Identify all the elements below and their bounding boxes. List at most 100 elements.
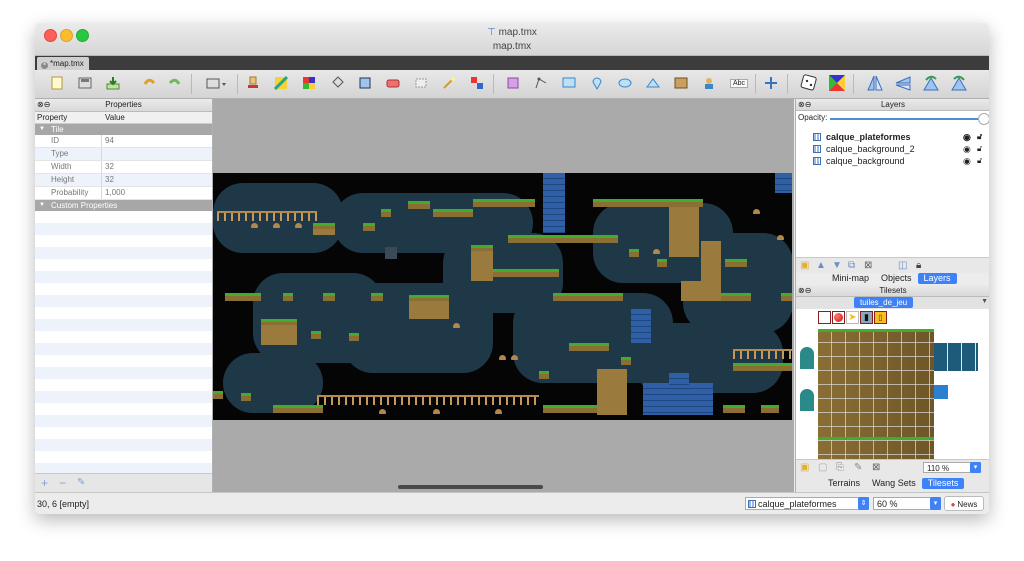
properties-panel-title: Properties — [105, 100, 142, 109]
tab-layers[interactable]: Layers — [917, 273, 957, 284]
horizontal-scrollbar[interactable] — [398, 485, 543, 489]
insert-template-icon[interactable] — [701, 75, 717, 91]
insert-tile-icon[interactable] — [673, 75, 689, 91]
random-mode-icon[interactable] — [799, 74, 819, 91]
eraser-icon[interactable] — [385, 75, 401, 91]
tile-door[interactable]: ▯ — [874, 311, 887, 324]
visibility-eye-icon[interactable]: ◉ — [963, 143, 971, 155]
layer-item-calque-plateformes[interactable]: calque_plateformes ◉ 🔓︎ — [796, 131, 989, 143]
collapse-arrow-icon[interactable]: ▼ — [39, 200, 45, 211]
tile-empty[interactable] — [818, 311, 831, 324]
insert-point-icon[interactable] — [589, 75, 605, 91]
lower-layer-icon[interactable]: ▼ — [832, 260, 842, 271]
edit-polygon-icon[interactable] — [533, 75, 549, 91]
tileset-tab[interactable]: tuiles_de_jeu — [854, 297, 914, 308]
panel-close-icon[interactable]: ⊗⊖ — [37, 101, 50, 109]
property-value[interactable]: 1,000 — [105, 187, 125, 199]
export-tileset-icon[interactable]: ⎘ — [836, 462, 844, 473]
flip-h-icon[interactable] — [865, 75, 885, 91]
tab-tilesets[interactable]: Tilesets — [921, 478, 965, 489]
move-icon[interactable] — [763, 75, 779, 91]
lock-layers-icon[interactable]: 🔒︎ — [916, 260, 921, 271]
tab-wang-sets[interactable]: Wang Sets — [866, 478, 922, 489]
raise-layer-icon[interactable]: ▲ — [816, 260, 826, 271]
export-icon[interactable] — [105, 75, 121, 91]
layer-item-calque-background[interactable]: calque_background ◉ 🔓︎ — [796, 155, 989, 167]
tab-mini-map[interactable]: Mini-map — [826, 273, 875, 284]
property-row-height[interactable]: Height 32 — [35, 174, 212, 187]
insert-ellipse-icon[interactable] — [617, 75, 633, 91]
opacity-slider[interactable] — [830, 118, 980, 120]
remove-tileset-icon[interactable]: ⊠ — [872, 462, 880, 473]
right-dock: ⊗⊖ Layers Opacity: calque_plateformes ◉ … — [795, 99, 989, 493]
lock-icon[interactable]: 🔓︎ — [977, 143, 982, 155]
bucket-fill-icon[interactable] — [329, 75, 345, 91]
collapse-arrow-icon[interactable]: ▼ — [39, 124, 45, 135]
panel-close-icon[interactable]: ⊗⊖ — [798, 101, 811, 109]
rotate-right-icon[interactable] — [949, 75, 969, 91]
map-zoom-select[interactable]: 60 % ▾ — [873, 497, 941, 510]
toggle-other-layers-icon[interactable]: ◫ — [898, 260, 907, 271]
tile-banana[interactable]: ➤ — [846, 311, 859, 324]
rect-select-icon[interactable] — [413, 75, 429, 91]
property-row-type[interactable]: Type — [35, 148, 212, 161]
flip-v-icon[interactable] — [893, 75, 913, 91]
news-button[interactable]: ● News — [944, 496, 984, 511]
chevron-down-icon[interactable]: ▾ — [970, 462, 981, 473]
insert-rect-icon[interactable] — [561, 75, 577, 91]
tab-objects[interactable]: Objects — [875, 273, 918, 284]
lock-icon[interactable]: 🔓︎ — [977, 155, 982, 167]
stamp-icon[interactable] — [245, 75, 261, 91]
property-key: ID — [51, 136, 59, 145]
duplicate-layer-icon[interactable]: ⧉ — [848, 260, 855, 271]
shape-fill-icon[interactable] — [357, 75, 373, 91]
visibility-eye-icon[interactable]: ◉ — [963, 131, 971, 143]
tileset-footer: ▣ ▢ ⎘ ✎ ⊠ 110 % ▾ Terrains Wang Sets Tiles… — [796, 459, 989, 493]
property-row-width[interactable]: Width 32 — [35, 161, 212, 174]
tile-group-row[interactable]: ▼ Tile — [35, 124, 212, 135]
tile-map-canvas[interactable] — [213, 173, 792, 420]
new-tileset-icon[interactable]: ▣ — [800, 462, 809, 473]
embed-tileset-icon[interactable]: ▢ — [818, 462, 827, 473]
magic-wand-icon[interactable] — [441, 75, 457, 91]
select-same-icon[interactable] — [469, 75, 485, 91]
chevron-down-icon[interactable]: ▼ — [981, 298, 988, 305]
new-layer-icon[interactable]: ▣ — [800, 260, 809, 271]
tile-character[interactable]: ▮ — [860, 311, 873, 324]
wang-fill-icon[interactable] — [827, 75, 847, 91]
lock-icon[interactable]: 🔓︎ — [977, 131, 982, 143]
object-select-icon[interactable] — [505, 75, 521, 91]
map-view[interactable] — [213, 99, 794, 492]
new-file-icon[interactable] — [49, 75, 65, 91]
world-icon[interactable] — [205, 75, 229, 91]
close-tab-icon[interactable]: × — [41, 62, 48, 69]
current-layer-select[interactable]: calque_plateformes ⇕ — [745, 497, 869, 510]
custom-properties-group-row[interactable]: ▼ Custom Properties — [35, 200, 212, 211]
undo-icon[interactable] — [141, 75, 157, 91]
property-row-id[interactable]: ID 94 — [35, 135, 212, 148]
rotate-left-icon[interactable] — [921, 75, 941, 91]
document-tab[interactable]: × *map.tmx — [37, 57, 89, 70]
insert-text-icon[interactable]: Abc — [729, 75, 749, 91]
visibility-eye-icon[interactable]: ◉ — [963, 155, 971, 167]
tileset-view[interactable]: tuiles_de_jeu ▼ ➤ ▮ ▯ — [796, 297, 989, 459]
tileset-zoom-select[interactable]: 110 % ▾ — [923, 462, 981, 473]
save-icon[interactable] — [77, 75, 93, 91]
panel-close-icon[interactable]: ⊗⊖ — [798, 287, 811, 295]
opacity-slider-handle[interactable] — [978, 113, 989, 125]
property-row-probability[interactable]: Probability 1,000 — [35, 187, 212, 200]
add-property-icon[interactable]: + — [41, 476, 48, 490]
delete-layer-icon[interactable]: ⊠ — [864, 260, 872, 271]
wang-brush-icon[interactable] — [301, 75, 317, 91]
remove-property-icon[interactable]: − — [59, 476, 66, 490]
tab-terrains[interactable]: Terrains — [822, 478, 866, 489]
chevron-updown-icon[interactable]: ⇕ — [858, 497, 869, 510]
terrain-brush-icon[interactable] — [273, 75, 289, 91]
edit-property-icon[interactable]: ✎ — [77, 477, 85, 488]
edit-tileset-icon[interactable]: ✎ — [854, 462, 862, 473]
chevron-down-icon[interactable]: ▾ — [930, 497, 941, 510]
tile-red-ball[interactable] — [832, 311, 845, 324]
redo-icon[interactable] — [167, 75, 183, 91]
layer-item-calque-background-2[interactable]: calque_background_2 ◉ 🔓︎ — [796, 143, 989, 155]
insert-polygon-icon[interactable] — [645, 75, 661, 91]
